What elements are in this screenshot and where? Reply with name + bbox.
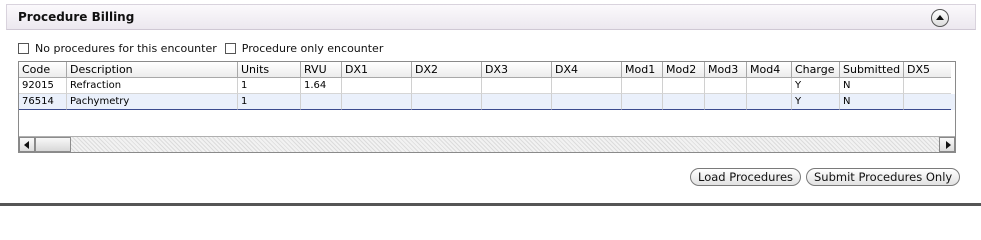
panel-title: Procedure Billing (18, 10, 135, 24)
column-header[interactable]: Charge (792, 62, 840, 78)
cell-code: 92015 (19, 78, 67, 94)
cell-mod4 (747, 78, 792, 94)
cell-description: Refraction (67, 78, 238, 94)
cell-dx5 (904, 94, 951, 110)
cell-submitted: N (840, 94, 904, 110)
cell-dx5 (904, 78, 951, 94)
column-header[interactable]: DX5 (904, 62, 951, 78)
column-header[interactable]: RVU (301, 62, 342, 78)
no-procedures-label: No procedures for this encounter (35, 41, 217, 55)
cell-dx3 (482, 94, 552, 110)
submit-procedures-only-button[interactable]: Submit Procedures Only (806, 168, 961, 186)
column-header[interactable]: Submitted (840, 62, 904, 78)
procedure-billing-header: Procedure Billing (6, 4, 976, 30)
cell-description: Pachymetry (67, 94, 238, 110)
table-row[interactable]: 76514 Pachymetry 1 Y N (19, 94, 955, 110)
cell-rvu (301, 94, 342, 110)
column-header[interactable]: Mod1 (622, 62, 663, 78)
cell-dx1 (342, 94, 412, 110)
load-procedures-button[interactable]: Load Procedures (690, 168, 802, 186)
column-header[interactable]: Mod3 (705, 62, 747, 78)
column-header[interactable]: DX2 (412, 62, 482, 78)
cell-submitted: N (840, 78, 904, 94)
collapse-up-icon[interactable] (931, 9, 949, 27)
cell-mod2 (663, 78, 705, 94)
table-row[interactable]: 92015 Refraction 1 1.64 Y N (19, 78, 955, 94)
cell-mod2 (663, 94, 705, 110)
column-header[interactable]: Description (67, 62, 238, 78)
scroll-left-icon[interactable] (19, 137, 35, 152)
column-header[interactable]: Code (19, 62, 67, 78)
procedure-only-label: Procedure only encounter (241, 41, 384, 55)
no-procedures-checkbox[interactable] (18, 42, 29, 54)
cell-dx2 (412, 94, 482, 110)
cell-dx2 (412, 78, 482, 94)
cell-charge: Y (792, 94, 840, 110)
scrollbar-thumb[interactable] (35, 137, 71, 152)
cell-dx3 (482, 78, 552, 94)
grid-header-row: Code Description Units RVU DX1 DX2 DX3 D… (19, 62, 955, 78)
cell-dx4 (552, 78, 622, 94)
column-header[interactable]: DX4 (552, 62, 622, 78)
column-header[interactable]: Mod4 (747, 62, 792, 78)
cell-mod1 (622, 94, 663, 110)
cell-mod3 (705, 94, 747, 110)
column-header[interactable]: Units (238, 62, 301, 78)
cell-dx4 (552, 94, 622, 110)
procedure-grid[interactable]: Code Description Units RVU DX1 DX2 DX3 D… (18, 61, 956, 153)
horizontal-scrollbar[interactable] (19, 136, 955, 152)
cell-rvu: 1.64 (301, 78, 342, 94)
encounter-options: No procedures for this encounter Procedu… (18, 41, 383, 55)
cell-units: 1 (238, 94, 301, 110)
cell-mod1 (622, 78, 663, 94)
cell-mod4 (747, 94, 792, 110)
scroll-right-icon[interactable] (939, 137, 955, 152)
cell-charge: Y (792, 78, 840, 94)
procedure-only-checkbox[interactable] (224, 42, 236, 54)
column-header[interactable]: Mod2 (663, 62, 705, 78)
cell-mod3 (705, 78, 747, 94)
cell-code: 76514 (19, 94, 67, 110)
divider (0, 203, 981, 206)
cell-dx1 (342, 78, 412, 94)
column-header[interactable]: DX1 (342, 62, 412, 78)
cell-units: 1 (238, 78, 301, 94)
column-header[interactable]: DX3 (482, 62, 552, 78)
